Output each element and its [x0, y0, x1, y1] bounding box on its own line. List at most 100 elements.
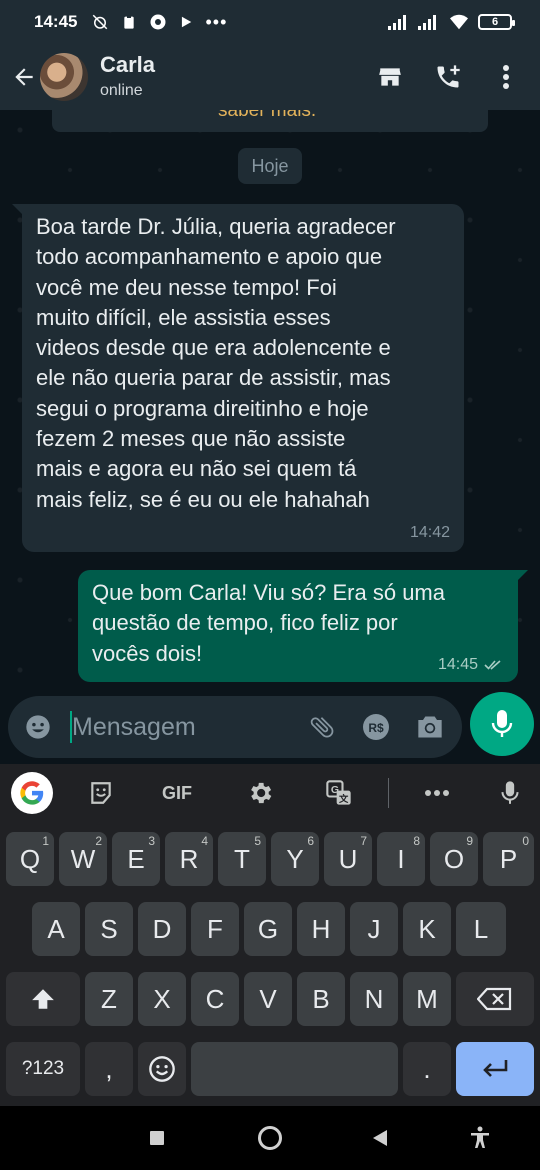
key-label: , — [105, 1053, 113, 1084]
google-search-button[interactable] — [11, 772, 53, 814]
gear-icon — [251, 782, 272, 804]
wifi-icon — [450, 14, 468, 30]
previous-message-bubble[interactable]: saber mais. — [52, 110, 488, 132]
key-a[interactable]: A — [32, 902, 80, 956]
period-key[interactable]: . — [403, 1042, 451, 1096]
incoming-message-time: 14:42 — [409, 524, 450, 541]
previous-message-fragment: saber mais. — [218, 110, 317, 121]
svg-text:R$: R$ — [368, 721, 384, 735]
key-o[interactable]: O9 — [430, 832, 478, 886]
settings-button[interactable] — [246, 772, 274, 814]
more-options-button[interactable] — [490, 61, 522, 93]
key-x[interactable]: X — [138, 972, 186, 1026]
key-w[interactable]: W2 — [59, 832, 107, 886]
translate-button[interactable]: G文 — [325, 772, 353, 814]
key-d[interactable]: D — [138, 902, 186, 956]
key-label: V — [259, 983, 277, 1014]
camera-icon[interactable] — [416, 714, 444, 740]
key-hint: 8 — [413, 834, 420, 848]
incoming-message[interactable]: Boa tarde Dr. Júlia, queria agradecer to… — [12, 204, 464, 552]
key-p[interactable]: P0 — [483, 832, 534, 886]
home-button[interactable] — [254, 1122, 286, 1154]
key-g[interactable]: G — [244, 902, 292, 956]
shift-key[interactable] — [6, 972, 80, 1026]
comma-key[interactable]: , — [85, 1042, 133, 1096]
symbols-key[interactable]: ?123 — [6, 1042, 80, 1096]
recents-button[interactable] — [141, 1122, 173, 1154]
key-u[interactable]: U7 — [324, 832, 372, 886]
emoji-button[interactable] — [10, 699, 66, 755]
status-time: 14:45 — [34, 12, 78, 31]
space-key[interactable] — [191, 1042, 398, 1096]
key-q[interactable]: Q1 — [6, 832, 54, 886]
read-ticks-icon — [484, 660, 501, 670]
recents-square-icon — [150, 1131, 164, 1145]
toolbar-divider — [388, 778, 389, 808]
key-hint: 9 — [466, 834, 473, 848]
key-l[interactable]: L — [456, 902, 506, 956]
key-m[interactable]: M — [403, 972, 451, 1026]
more-tools-button[interactable] — [424, 772, 450, 814]
key-y[interactable]: Y6 — [271, 832, 319, 886]
message-line: fezem 2 meses que não assiste — [36, 426, 346, 452]
signal-2-icon — [418, 15, 436, 30]
avatar[interactable] — [40, 53, 88, 101]
key-j[interactable]: J — [350, 902, 398, 956]
key-hint: 0 — [522, 834, 529, 848]
header-actions — [374, 61, 540, 93]
shift-icon — [32, 989, 54, 1009]
key-label: . — [423, 1053, 431, 1084]
key-t[interactable]: T5 — [218, 832, 266, 886]
key-label: W — [70, 843, 96, 874]
key-label: S — [100, 913, 118, 944]
voice-input-button[interactable] — [500, 772, 520, 814]
key-f[interactable]: F — [191, 902, 239, 956]
key-v[interactable]: V — [244, 972, 292, 1026]
chrome-icon — [150, 14, 166, 30]
accessibility-button[interactable] — [464, 1122, 496, 1154]
message-line: mais feliz, se é eu ou ele hahahah — [36, 486, 370, 512]
key-label: ?123 — [21, 1058, 65, 1079]
key-r[interactable]: R4 — [165, 832, 213, 886]
catalog-button[interactable] — [374, 61, 406, 93]
key-i[interactable]: I8 — [377, 832, 425, 886]
backspace-key[interactable] — [456, 972, 534, 1026]
key-b[interactable]: B — [297, 972, 345, 1026]
keyboard: GIF G文 Q1 W2 E3 R4 T5 Y6 U7 I8 O9 P0 A S… — [0, 764, 540, 1106]
emoji-key[interactable] — [138, 1042, 186, 1096]
outgoing-message[interactable]: Que bom Carla! Viu só? Era só uma questã… — [78, 570, 528, 682]
home-circle-icon — [258, 1126, 282, 1150]
key-h[interactable]: H — [297, 902, 345, 956]
enter-key[interactable] — [456, 1042, 534, 1096]
back-nav-button[interactable] — [364, 1122, 396, 1154]
composer-pill[interactable]: R$ — [8, 696, 462, 758]
message-line: segui o programa direitinho e hoje — [36, 395, 369, 421]
date-chip: Hoje — [238, 148, 302, 184]
message-input[interactable] — [72, 712, 272, 742]
key-s[interactable]: S — [85, 902, 133, 956]
key-c[interactable]: C — [191, 972, 239, 1026]
more-horiz-icon — [425, 790, 449, 796]
back-button[interactable] — [4, 57, 44, 97]
call-button[interactable] — [432, 61, 464, 93]
sticker-button[interactable] — [88, 772, 114, 814]
payment-rs-icon[interactable]: R$ — [362, 713, 390, 741]
message-line: todo acompanhamento e apoio que — [36, 244, 383, 270]
key-label: I — [397, 843, 405, 874]
key-label: N — [364, 983, 384, 1014]
status-bar: 14:45 ••• 6 — [0, 0, 540, 44]
alarm-off-icon — [93, 14, 108, 30]
gif-button[interactable]: GIF — [162, 772, 192, 814]
key-hint: 6 — [307, 834, 314, 848]
contact-info[interactable]: Carla online — [100, 52, 155, 102]
battery-icon: 6 — [478, 14, 515, 30]
attach-icon[interactable] — [308, 713, 336, 741]
voice-message-button[interactable] — [470, 692, 534, 756]
message-line: ele não queria parar de assistir, mas — [36, 365, 391, 391]
incoming-message-text: Boa tarde Dr. Júlia, queria agradecer to… — [36, 212, 450, 515]
key-n[interactable]: N — [350, 972, 398, 1026]
chat-area[interactable]: saber mais. Hoje Boa tarde Dr. Júlia, qu… — [0, 110, 540, 690]
key-k[interactable]: K — [403, 902, 451, 956]
key-z[interactable]: Z — [85, 972, 133, 1026]
key-e[interactable]: E3 — [112, 832, 160, 886]
